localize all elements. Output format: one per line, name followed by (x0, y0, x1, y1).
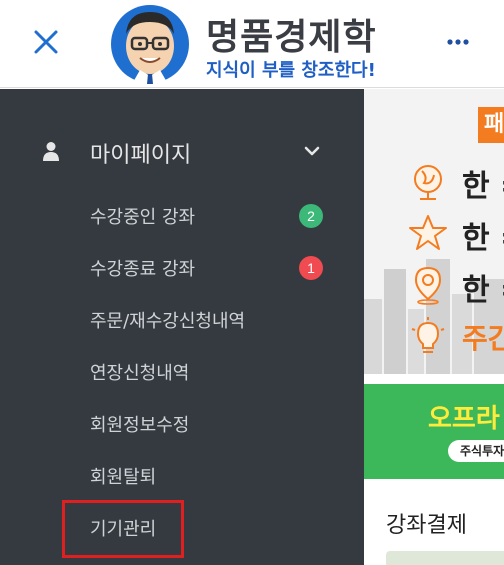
menu-item-ended-courses[interactable]: 수강종료 강좌 (90, 255, 195, 285)
menu-item-active-courses[interactable]: 수강중인 강좌 (90, 203, 195, 233)
offline-banner[interactable]: 오프라 주식투자 (364, 384, 504, 479)
menu-item-edit-profile[interactable]: 회원정보수정 (90, 411, 189, 441)
main-content: 패 한 = 한 = 한 = (364, 89, 504, 565)
active-courses-count-badge: 2 (299, 204, 323, 228)
app-header: 명품경제학 지식이 부를 창조한다! (0, 0, 504, 88)
star-icon (409, 215, 447, 250)
brand-logo[interactable]: 명품경제학 지식이 부를 창조한다! (110, 4, 400, 84)
promo-row-text: 주간 (462, 322, 504, 355)
globe-icon (414, 165, 442, 200)
promo-banner[interactable]: 패 한 = 한 = 한 = (364, 89, 504, 374)
promo-row: 주간 (404, 315, 504, 359)
promo-row: 한 = (404, 263, 504, 308)
course-payment-title: 강좌결제 (386, 513, 467, 538)
menu-item-order-history[interactable]: 주문/재수강신청내역 (90, 307, 245, 337)
promo-row-text: 한 = (462, 273, 504, 308)
offline-banner-title: 오프라 (428, 404, 500, 434)
ended-courses-count-badge: 1 (299, 256, 323, 280)
promo-tab: 패 (478, 107, 504, 143)
promo-row-text: 한 = (462, 221, 504, 256)
chevron-down-icon[interactable] (302, 143, 322, 157)
brand-title: 명품경제학 (206, 17, 377, 58)
mypage-menu-header[interactable]: 마이페이지 (0, 129, 364, 173)
avatar (110, 4, 190, 84)
course-thumbnail[interactable] (386, 551, 504, 565)
side-drawer: 마이페이지 수강중인 강좌 2 수강종료 강좌 1 주문/재수강신청내역 연장신… (0, 89, 364, 565)
menu-item-device-management[interactable]: 기기관리 (90, 515, 156, 545)
lightbulb-icon (411, 317, 445, 353)
more-horizontal-icon[interactable] (440, 30, 476, 54)
person-icon (42, 141, 60, 161)
promo-row: 한 = (404, 211, 504, 256)
close-icon[interactable] (28, 24, 64, 60)
menu-item-withdraw[interactable]: 회원탈퇴 (90, 463, 156, 493)
mypage-title: 마이페이지 (90, 143, 192, 168)
location-pin-icon (414, 266, 442, 305)
promo-row-text: 한 = (462, 169, 504, 204)
brand-subtitle: 지식이 부를 창조한다! (206, 60, 376, 81)
promo-row: 한 = (404, 159, 504, 204)
offline-banner-pill: 주식투자 (448, 440, 504, 462)
menu-item-extension-history[interactable]: 연장신청내역 (90, 359, 189, 389)
